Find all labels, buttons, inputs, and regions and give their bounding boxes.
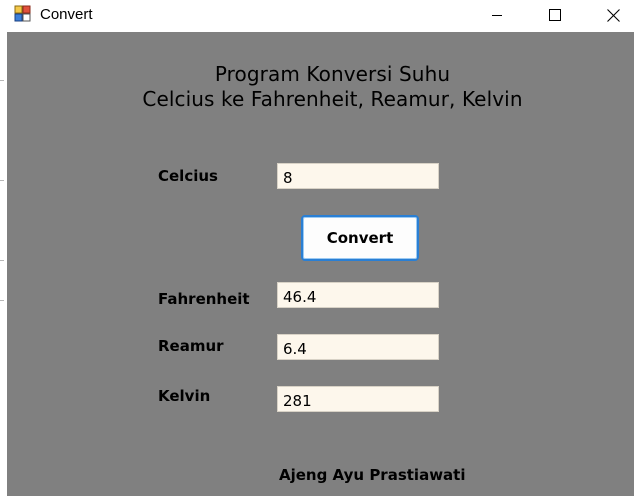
kelvin-output[interactable]: [277, 386, 439, 412]
heading-subtitle: Celcius ke Fahrenheit, Reamur, Kelvin: [142, 87, 523, 111]
edge-line: [0, 260, 4, 261]
background-window-edge: [0, 32, 7, 496]
reamur-label: Reamur: [158, 337, 224, 355]
convert-button[interactable]: Convert: [301, 215, 419, 261]
heading-title: Program Konversi Suhu: [214, 62, 451, 86]
maximize-button[interactable]: [526, 0, 584, 30]
minimize-button[interactable]: [468, 0, 526, 30]
minimize-icon: [491, 9, 503, 21]
edge-line: [0, 80, 4, 81]
celcius-input[interactable]: [277, 163, 439, 189]
window-title: Convert: [40, 6, 93, 23]
close-icon: [606, 8, 620, 22]
fahrenheit-label: Fahrenheit: [158, 290, 250, 308]
reamur-output[interactable]: [277, 334, 439, 360]
fahrenheit-output[interactable]: [277, 282, 439, 308]
edge-line: [0, 180, 4, 181]
app-icon: [14, 5, 32, 23]
celcius-label: Celcius: [158, 167, 218, 185]
close-button[interactable]: [584, 0, 634, 30]
author-label: Ajeng Ayu Prastiawati: [279, 466, 466, 484]
form-client-area: Program Konversi Suhu Celcius ke Fahrenh…: [7, 32, 634, 496]
title-bar[interactable]: Convert: [0, 0, 634, 32]
edge-line: [0, 300, 4, 301]
app-window: Convert Program Konversi Suhu Celcius ke…: [0, 0, 634, 496]
maximize-icon: [549, 9, 561, 21]
kelvin-label: Kelvin: [158, 387, 211, 405]
